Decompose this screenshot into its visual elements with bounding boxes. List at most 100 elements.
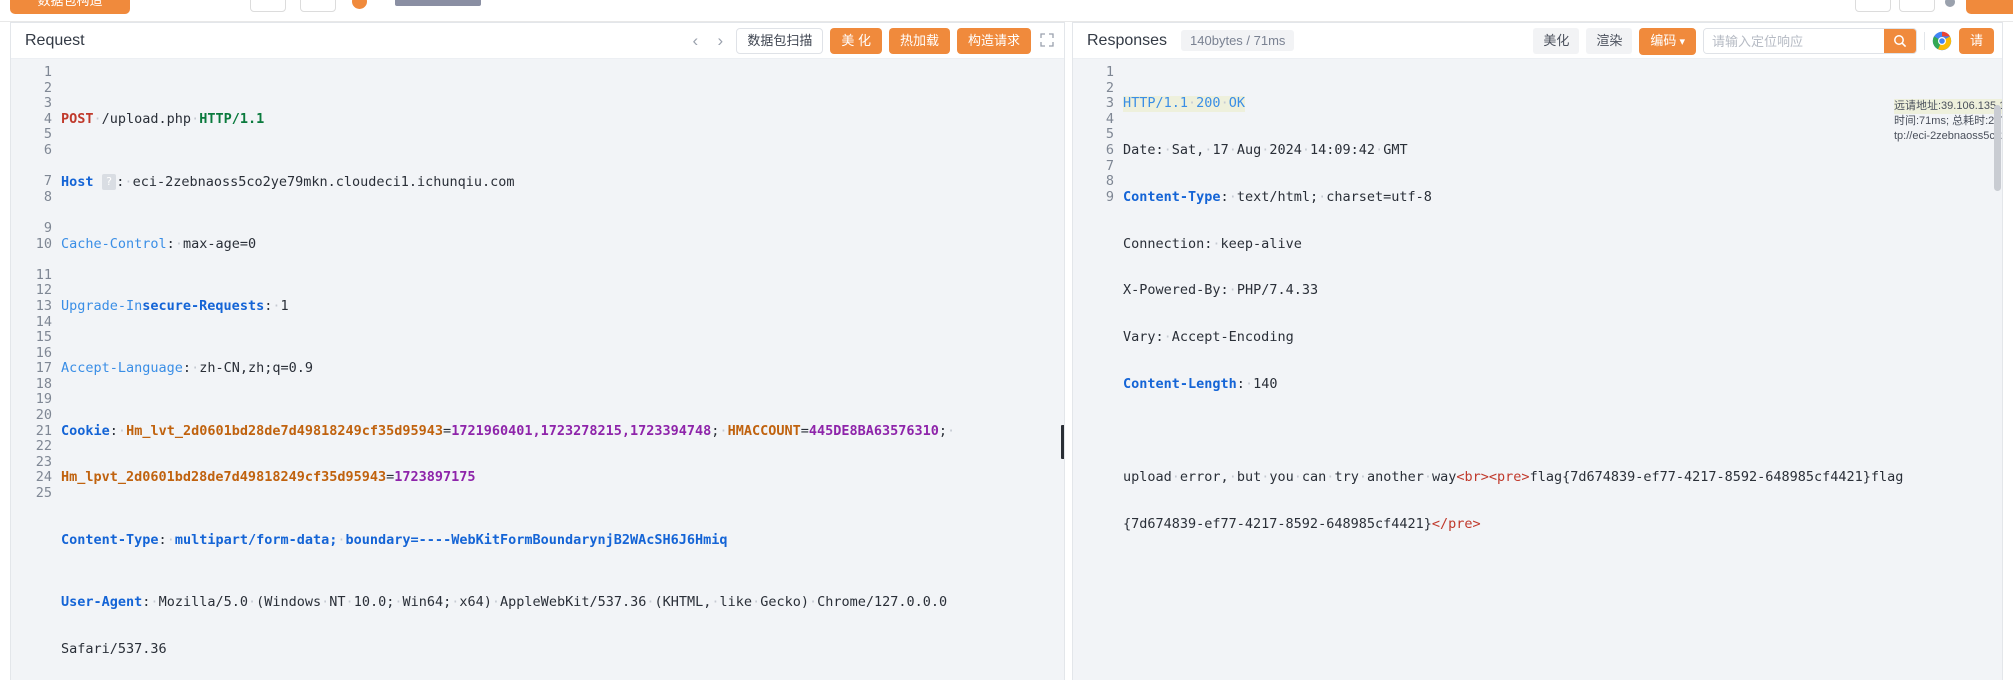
resp-line-9: upload·error,·but·you·can·try·another·wa… xyxy=(1123,469,1904,486)
search-icon[interactable] xyxy=(1883,29,1916,53)
beautify-response-button[interactable]: 美化 xyxy=(1533,28,1580,54)
build-request-button[interactable]: 构造请求 xyxy=(956,28,1031,54)
toolbar-orange-button-right[interactable] xyxy=(1966,0,2013,14)
code-line-6: Cookie:·Hm_lvt_2d0601bd28de7d49818249cf3… xyxy=(61,422,956,439)
toolbar-ghost-button-4[interactable] xyxy=(1899,0,1935,12)
resp-line-5: X-Powered-By:·PHP/7.4.33 xyxy=(1123,282,1319,299)
line-number: 1 xyxy=(43,64,52,80)
line-number: 20 xyxy=(35,407,52,424)
response-extra-button[interactable]: 请 xyxy=(1958,28,1994,54)
toolbar-status-dot-icon[interactable] xyxy=(1945,0,1955,7)
response-search[interactable] xyxy=(1702,28,1917,54)
toolbar-grey-bar[interactable] xyxy=(395,0,481,6)
line-number: 13 xyxy=(35,297,52,314)
resp-line-9-wrap: {7d674839-ef77-4217-8592-648985cf4421}</… xyxy=(1123,516,1481,533)
code-line-6-wrap: Hm_lpvt_2d0601bd28de7d49818249cf35d95943… xyxy=(61,469,476,486)
response-size-badge: 140bytes / 71ms xyxy=(1181,30,1295,51)
resp-line-1: HTTP/1.1·200·OK xyxy=(1123,95,1245,112)
packet-editor-window: 数据包构造 Request ‹ › 数据包扫描 美 化 热加载 构造请求 1 2… xyxy=(0,0,2013,680)
toolbar-primary-button[interactable]: 数据包构造 xyxy=(10,0,130,14)
line-number: 12 xyxy=(35,282,52,299)
code-line-8: User-Agent:·Mozilla/5.0·(Windows·NT·10.0… xyxy=(61,594,948,611)
response-meta-line-2: 时间:71ms; 总耗时:207ms; URL:ht xyxy=(1894,115,2002,127)
search-input[interactable] xyxy=(1703,29,1884,53)
line-number: 21 xyxy=(35,422,52,439)
resp-line-6: Vary:·Accept-Encoding xyxy=(1123,329,1294,346)
response-code[interactable]: HTTP/1.1·200·OK Date:·Sat,·17·Aug·2024·1… xyxy=(1123,59,2002,680)
toolbar-ghost-button-1[interactable] xyxy=(250,0,286,12)
code-line-7: Content-Type:·multipart/form-data;·bound… xyxy=(61,531,728,548)
code-line-1: POST·/upload.php·HTTP/1.1 xyxy=(61,110,265,127)
resp-line-2: Date:·Sat,·17·Aug·2024·14:09:42·GMT xyxy=(1123,141,1408,158)
response-title: Responses xyxy=(1087,31,1168,49)
toolbar-ghost-button-2[interactable] xyxy=(300,0,336,12)
request-code[interactable]: POST·/upload.php·HTTP/1.1 Host ?:·eci-2z… xyxy=(61,59,1064,680)
line-number: 7 xyxy=(43,173,52,190)
prev-request-icon[interactable]: ‹ xyxy=(686,31,704,51)
line-number: 19 xyxy=(35,391,52,408)
code-line-2: Host ?:·eci-2zebnaoss5co2ye79mkn.cloudec… xyxy=(61,174,515,191)
line-number: 16 xyxy=(35,344,52,361)
beautify-request-button[interactable]: 美 化 xyxy=(830,28,882,54)
line-number: 2 xyxy=(43,79,52,96)
line-number: 3 xyxy=(1105,95,1114,112)
toolbar-ghost-button-3[interactable] xyxy=(1855,0,1891,12)
line-number-cont xyxy=(11,252,61,268)
chrome-icon[interactable] xyxy=(1932,31,1952,51)
line-number: 1 xyxy=(1105,64,1114,80)
response-panel: Responses 140bytes / 71ms 美化 渲染 编码 ▾ 请输入… xyxy=(1072,22,2003,680)
line-number-cont xyxy=(11,159,61,175)
request-title: Request xyxy=(25,31,85,49)
response-toolbar: 美化 渲染 编码 ▾ 请输入定位响应 请 xyxy=(1533,23,1994,59)
line-number: 4 xyxy=(1105,110,1114,127)
response-scrollbar[interactable] xyxy=(1994,105,2001,191)
line-number: 15 xyxy=(35,329,52,346)
response-meta-line-3: tp://eci-2zebnaoss5co2ye79mk... xyxy=(1894,130,2002,142)
top-toolbar: 数据包构造 xyxy=(0,0,2013,22)
line-number: 9 xyxy=(43,219,52,236)
line-number: 6 xyxy=(1105,141,1114,158)
resp-line-7: Content-Length:·140 xyxy=(1123,375,1278,392)
line-number: 11 xyxy=(35,266,52,283)
hot-reload-button[interactable]: 热加载 xyxy=(888,28,950,54)
request-panel-header: Request ‹ › 数据包扫描 美 化 热加载 构造请求 xyxy=(11,23,1064,59)
response-panel-header: Responses 140bytes / 71ms 美化 渲染 编码 ▾ 请输入… xyxy=(1073,23,2002,59)
line-number: 8 xyxy=(43,188,52,205)
code-line-4: Upgrade-Insecure-Requests:·1 xyxy=(61,297,289,314)
line-number: 24 xyxy=(35,469,52,486)
line-number: 17 xyxy=(35,360,52,377)
line-number-cont xyxy=(11,205,61,221)
line-number: 5 xyxy=(1105,126,1114,143)
line-number: 7 xyxy=(1105,157,1114,174)
toolbar-record-dot-icon[interactable] xyxy=(352,0,367,9)
packet-scan-button[interactable]: 数据包扫描 xyxy=(736,28,824,54)
line-number: 8 xyxy=(1105,173,1114,190)
response-meta-line-1: 远请地址:39.106.135.198:80; 响应 xyxy=(1894,99,2002,114)
code-line-8-wrap: Safari/537.36 xyxy=(61,640,167,657)
line-number: 4 xyxy=(43,110,52,127)
host-chip[interactable]: ? xyxy=(101,174,117,190)
response-editor[interactable]: 1 2 3 4 5 6 7 8 9 HTTP/1.1·200·OK Date:·… xyxy=(1073,59,2002,680)
line-number: 25 xyxy=(35,485,52,502)
response-meta-info: 远请地址:39.106.135.198:80; 响应 时间:71ms; 总耗时:… xyxy=(1894,99,2002,144)
expand-icon[interactable] xyxy=(1038,32,1056,50)
panel-resize-handle[interactable] xyxy=(1061,425,1064,459)
toolbar-divider xyxy=(1923,32,1925,50)
line-number: 9 xyxy=(1105,188,1114,205)
code-line-5: Accept-Language:·zh-CN,zh;q=0.9 xyxy=(61,360,313,377)
next-request-icon[interactable]: › xyxy=(711,31,729,51)
line-number: 6 xyxy=(43,141,52,158)
line-number: 2 xyxy=(1105,79,1114,96)
line-number: 5 xyxy=(43,126,52,143)
code-line-3: Cache-Control:·max-age=0 xyxy=(61,235,257,252)
request-line-numbers: 1 2 3 4 5 6 7 8 9 10 11 12 13 14 15 16 1… xyxy=(11,59,61,680)
line-number: 14 xyxy=(35,313,52,330)
request-editor[interactable]: 1 2 3 4 5 6 7 8 9 10 11 12 13 14 15 16 1… xyxy=(11,59,1064,680)
request-panel: Request ‹ › 数据包扫描 美 化 热加载 构造请求 1 2 3 4 5… xyxy=(10,22,1065,680)
response-line-numbers: 1 2 3 4 5 6 7 8 9 xyxy=(1073,59,1123,680)
request-toolbar: ‹ › 数据包扫描 美 化 热加载 构造请求 xyxy=(686,23,1056,59)
resp-line-8 xyxy=(1123,424,2002,440)
encoding-dropdown[interactable]: 编码 xyxy=(1639,27,1696,55)
render-response-button[interactable]: 渲染 xyxy=(1586,28,1633,54)
line-number: 3 xyxy=(43,95,52,112)
